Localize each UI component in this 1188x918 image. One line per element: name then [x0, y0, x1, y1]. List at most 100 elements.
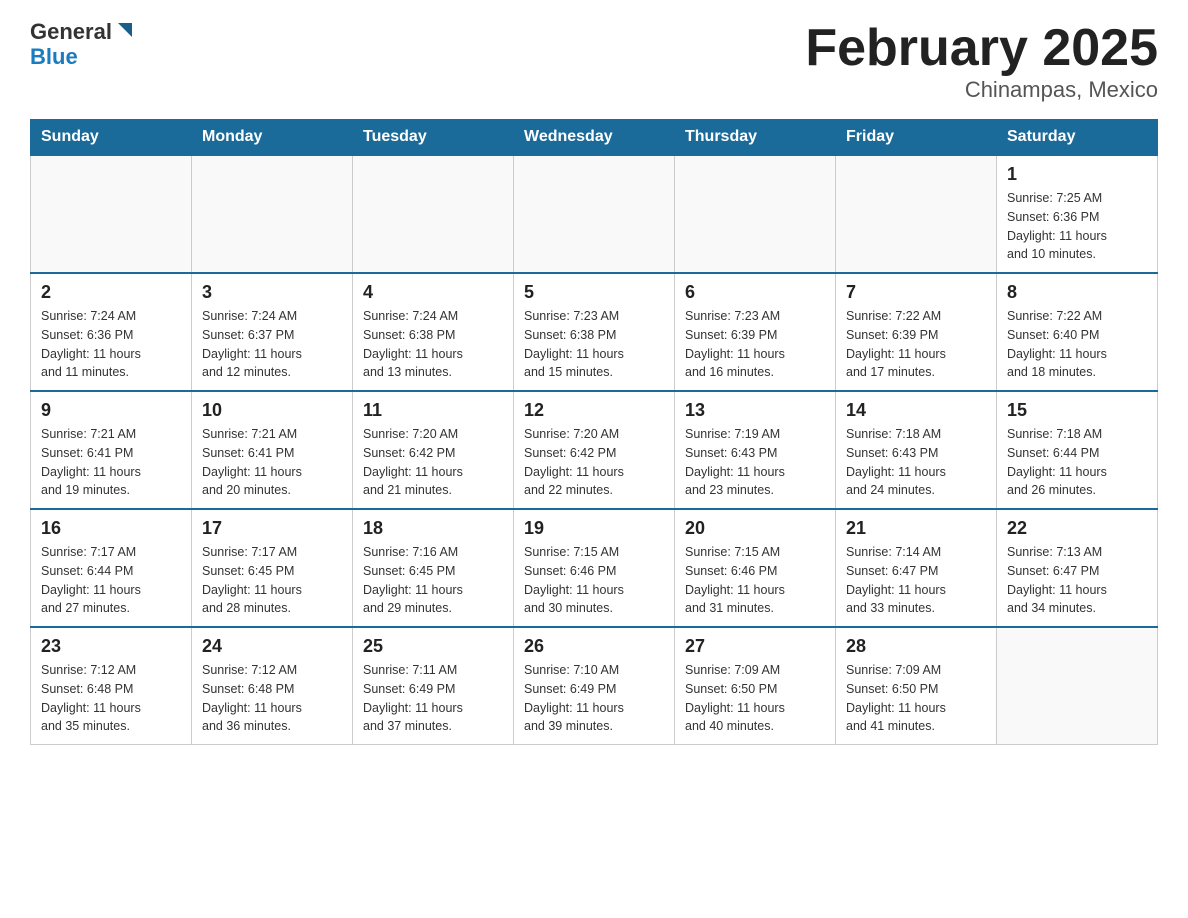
day-number: 21	[846, 518, 986, 539]
calendar-table: SundayMondayTuesdayWednesdayThursdayFrid…	[30, 119, 1158, 745]
calendar-cell	[31, 155, 192, 273]
day-info: Sunrise: 7:23 AM Sunset: 6:39 PM Dayligh…	[685, 309, 785, 379]
day-info: Sunrise: 7:22 AM Sunset: 6:40 PM Dayligh…	[1007, 309, 1107, 379]
calendar-cell: 21 Sunrise: 7:14 AM Sunset: 6:47 PM Dayli…	[836, 509, 997, 627]
day-info: Sunrise: 7:20 AM Sunset: 6:42 PM Dayligh…	[363, 427, 463, 497]
day-number: 16	[41, 518, 181, 539]
calendar-cell: 28Sunrise: 7:09 AM Sunset: 6:50 PM Dayli…	[836, 627, 997, 745]
calendar-week-row: 16 Sunrise: 7:17 AM Sunset: 6:44 PM Dayli…	[31, 509, 1158, 627]
day-number: 20	[685, 518, 825, 539]
day-number: 10	[202, 400, 342, 421]
day-info: Sunrise: 7:10 AM Sunset: 6:49 PM Dayligh…	[524, 663, 624, 733]
day-info: Sunrise: 7:12 AM Sunset: 6:48 PM Dayligh…	[202, 663, 302, 733]
calendar-cell	[514, 155, 675, 273]
weekday-header-friday: Friday	[836, 120, 997, 156]
day-number: 4	[363, 282, 503, 303]
calendar-cell	[675, 155, 836, 273]
title-block: February 2025 Chinampas, Mexico	[805, 20, 1158, 103]
day-number: 5	[524, 282, 664, 303]
calendar-cell: 27Sunrise: 7:09 AM Sunset: 6:50 PM Dayli…	[675, 627, 836, 745]
day-number: 14	[846, 400, 986, 421]
day-info: Sunrise: 7:18 AM Sunset: 6:43 PM Dayligh…	[846, 427, 946, 497]
day-info: Sunrise: 7:22 AM Sunset: 6:39 PM Dayligh…	[846, 309, 946, 379]
day-info: Sunrise: 7:15 AM Sunset: 6:46 PM Dayligh…	[685, 545, 785, 615]
calendar-title: February 2025	[805, 20, 1158, 77]
day-number: 6	[685, 282, 825, 303]
calendar-cell: 3 Sunrise: 7:24 AM Sunset: 6:37 PM Daylig…	[192, 273, 353, 391]
day-number: 22	[1007, 518, 1147, 539]
calendar-cell: 26 Sunrise: 7:10 AM Sunset: 6:49 PM Dayli…	[514, 627, 675, 745]
weekday-header-sunday: Sunday	[31, 120, 192, 156]
calendar-subtitle: Chinampas, Mexico	[805, 77, 1158, 103]
day-info: Sunrise: 7:11 AM Sunset: 6:49 PM Dayligh…	[363, 663, 463, 733]
calendar-cell: 7 Sunrise: 7:22 AM Sunset: 6:39 PM Daylig…	[836, 273, 997, 391]
day-number: 23	[41, 636, 181, 657]
day-info: Sunrise: 7:17 AM Sunset: 6:44 PM Dayligh…	[41, 545, 141, 615]
calendar-cell	[997, 627, 1158, 745]
day-info: Sunrise: 7:21 AM Sunset: 6:41 PM Dayligh…	[202, 427, 302, 497]
day-info: Sunrise: 7:15 AM Sunset: 6:46 PM Dayligh…	[524, 545, 624, 615]
calendar-cell: 17 Sunrise: 7:17 AM Sunset: 6:45 PM Dayli…	[192, 509, 353, 627]
day-number: 7	[846, 282, 986, 303]
day-number: 11	[363, 400, 503, 421]
calendar-cell: 22 Sunrise: 7:13 AM Sunset: 6:47 PM Dayli…	[997, 509, 1158, 627]
calendar-cell: 15Sunrise: 7:18 AM Sunset: 6:44 PM Dayli…	[997, 391, 1158, 509]
calendar-cell: 5 Sunrise: 7:23 AM Sunset: 6:38 PM Daylig…	[514, 273, 675, 391]
weekday-header-row: SundayMondayTuesdayWednesdayThursdayFrid…	[31, 120, 1158, 156]
day-number: 25	[363, 636, 503, 657]
calendar-cell: 23 Sunrise: 7:12 AM Sunset: 6:48 PM Dayli…	[31, 627, 192, 745]
weekday-header-monday: Monday	[192, 120, 353, 156]
calendar-cell: 4 Sunrise: 7:24 AM Sunset: 6:38 PM Daylig…	[353, 273, 514, 391]
day-info: Sunrise: 7:09 AM Sunset: 6:50 PM Dayligh…	[846, 663, 946, 733]
weekday-header-wednesday: Wednesday	[514, 120, 675, 156]
calendar-cell: 10 Sunrise: 7:21 AM Sunset: 6:41 PM Dayli…	[192, 391, 353, 509]
calendar-cell: 16 Sunrise: 7:17 AM Sunset: 6:44 PM Dayli…	[31, 509, 192, 627]
calendar-cell: 6 Sunrise: 7:23 AM Sunset: 6:39 PM Daylig…	[675, 273, 836, 391]
day-number: 2	[41, 282, 181, 303]
page-header: General Blue February 2025 Chinampas, Me…	[30, 20, 1158, 103]
day-number: 8	[1007, 282, 1147, 303]
calendar-cell: 25 Sunrise: 7:11 AM Sunset: 6:49 PM Dayli…	[353, 627, 514, 745]
calendar-cell: 8 Sunrise: 7:22 AM Sunset: 6:40 PM Daylig…	[997, 273, 1158, 391]
day-number: 13	[685, 400, 825, 421]
calendar-cell: 11 Sunrise: 7:20 AM Sunset: 6:42 PM Dayli…	[353, 391, 514, 509]
calendar-cell: 12Sunrise: 7:20 AM Sunset: 6:42 PM Dayli…	[514, 391, 675, 509]
day-info: Sunrise: 7:14 AM Sunset: 6:47 PM Dayligh…	[846, 545, 946, 615]
calendar-week-row: 9 Sunrise: 7:21 AM Sunset: 6:41 PM Daylig…	[31, 391, 1158, 509]
calendar-week-row: 1 Sunrise: 7:25 AM Sunset: 6:36 PM Daylig…	[31, 155, 1158, 273]
day-info: Sunrise: 7:13 AM Sunset: 6:47 PM Dayligh…	[1007, 545, 1107, 615]
logo-text-general: General	[30, 20, 112, 44]
calendar-cell: 2Sunrise: 7:24 AM Sunset: 6:36 PM Daylig…	[31, 273, 192, 391]
calendar-week-row: 2Sunrise: 7:24 AM Sunset: 6:36 PM Daylig…	[31, 273, 1158, 391]
day-number: 18	[363, 518, 503, 539]
day-info: Sunrise: 7:23 AM Sunset: 6:38 PM Dayligh…	[524, 309, 624, 379]
calendar-cell: 24 Sunrise: 7:12 AM Sunset: 6:48 PM Dayli…	[192, 627, 353, 745]
day-info: Sunrise: 7:25 AM Sunset: 6:36 PM Dayligh…	[1007, 191, 1107, 261]
day-number: 27	[685, 636, 825, 657]
day-number: 3	[202, 282, 342, 303]
day-number: 9	[41, 400, 181, 421]
day-number: 1	[1007, 164, 1147, 185]
day-info: Sunrise: 7:20 AM Sunset: 6:42 PM Dayligh…	[524, 427, 624, 497]
day-info: Sunrise: 7:24 AM Sunset: 6:38 PM Dayligh…	[363, 309, 463, 379]
day-info: Sunrise: 7:21 AM Sunset: 6:41 PM Dayligh…	[41, 427, 141, 497]
calendar-cell: 14 Sunrise: 7:18 AM Sunset: 6:43 PM Dayli…	[836, 391, 997, 509]
calendar-cell: 19Sunrise: 7:15 AM Sunset: 6:46 PM Dayli…	[514, 509, 675, 627]
logo-text-blue: Blue	[30, 44, 78, 70]
weekday-header-saturday: Saturday	[997, 120, 1158, 156]
logo-arrow-icon	[114, 19, 136, 41]
day-info: Sunrise: 7:12 AM Sunset: 6:48 PM Dayligh…	[41, 663, 141, 733]
calendar-cell: 18 Sunrise: 7:16 AM Sunset: 6:45 PM Dayli…	[353, 509, 514, 627]
day-number: 24	[202, 636, 342, 657]
calendar-cell: 13Sunrise: 7:19 AM Sunset: 6:43 PM Dayli…	[675, 391, 836, 509]
calendar-cell	[353, 155, 514, 273]
day-info: Sunrise: 7:17 AM Sunset: 6:45 PM Dayligh…	[202, 545, 302, 615]
day-number: 15	[1007, 400, 1147, 421]
day-info: Sunrise: 7:24 AM Sunset: 6:37 PM Dayligh…	[202, 309, 302, 379]
day-info: Sunrise: 7:16 AM Sunset: 6:45 PM Dayligh…	[363, 545, 463, 615]
weekday-header-thursday: Thursday	[675, 120, 836, 156]
day-number: 26	[524, 636, 664, 657]
calendar-cell: 1 Sunrise: 7:25 AM Sunset: 6:36 PM Daylig…	[997, 155, 1158, 273]
day-number: 17	[202, 518, 342, 539]
weekday-header-tuesday: Tuesday	[353, 120, 514, 156]
